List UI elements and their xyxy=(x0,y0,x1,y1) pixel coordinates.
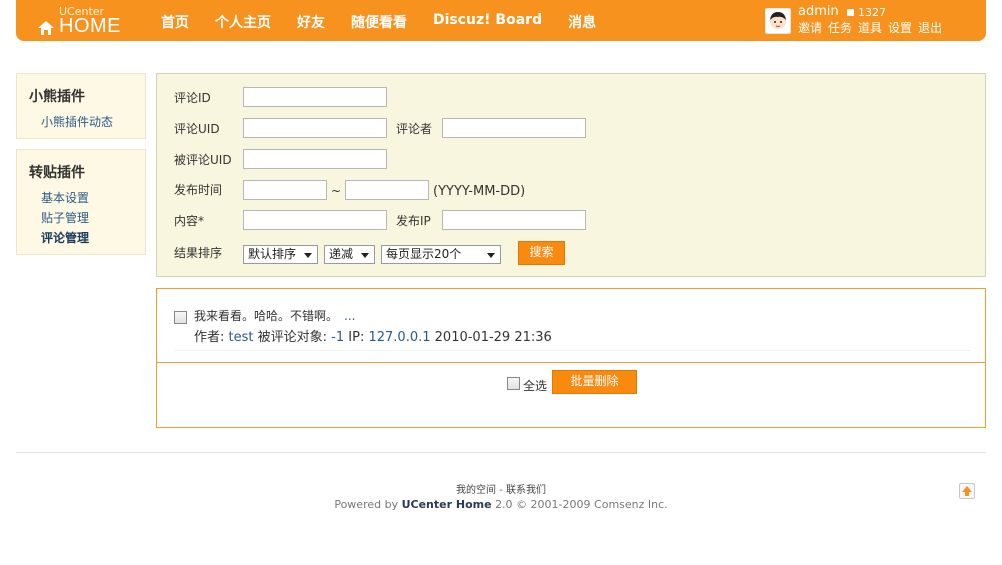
nav-home[interactable]: 首页 xyxy=(161,12,189,32)
comment-datetime: 2010-01-29 21:36 xyxy=(434,330,552,345)
sidebar-item-bear-feed[interactable]: 小熊插件动态 xyxy=(41,112,145,132)
home-icon xyxy=(38,21,54,35)
search-form: 评论ID 评论UID 评论者 被评论UID 发布时间 ~ (YYYY-MM-DD… xyxy=(156,73,986,277)
more-link[interactable]: ... xyxy=(344,309,355,323)
user-menu: 邀请 任务 道具 设置 退出 xyxy=(798,19,948,36)
product-version: 2.0 xyxy=(495,498,513,511)
company-name[interactable]: Comsenz Inc. xyxy=(594,498,668,511)
search-button[interactable]: 搜索 xyxy=(518,241,565,265)
credit-value: 1327 xyxy=(858,6,886,19)
avatar-icon xyxy=(770,12,786,29)
target-uid-input[interactable] xyxy=(243,149,387,169)
perpage-select[interactable]: 每页显示20个 xyxy=(381,245,501,264)
author-label: 作者: xyxy=(194,330,225,345)
copyright: © 2001-2009 xyxy=(516,498,591,511)
sidebar-item-basic-settings[interactable]: 基本设置 xyxy=(41,188,145,208)
nav-discuz[interactable]: Discuz! Board xyxy=(433,12,542,32)
footer-my-space[interactable]: 我的空间 xyxy=(456,485,496,496)
row-divider xyxy=(175,350,971,351)
footer-powered: Powered by UCenter Home 2.0 © 2001-2009 … xyxy=(0,498,1002,511)
label-commenter: 评论者 xyxy=(396,121,433,136)
publish-ip-input[interactable] xyxy=(442,210,586,230)
sidebar-item-post-manage[interactable]: 贴子管理 xyxy=(41,208,145,228)
author-link[interactable]: test xyxy=(229,330,254,345)
product-name[interactable]: UCenter Home xyxy=(402,498,492,511)
menu-invite[interactable]: 邀请 xyxy=(798,19,822,36)
comment-text: 我来看看。哈哈。不错啊。 xyxy=(194,309,339,323)
batch-delete-button[interactable]: 批量删除 xyxy=(552,370,637,394)
sidebar-group-title: 转贴插件 xyxy=(29,165,85,181)
select-all-label[interactable]: 全选 xyxy=(523,377,547,394)
main-nav: 首页 个人主页 好友 随便看看 Discuz! Board 消息 xyxy=(161,12,622,32)
nav-messages[interactable]: 消息 xyxy=(568,12,596,32)
time-end-input[interactable] xyxy=(345,180,429,200)
label-comment-id: 评论ID xyxy=(174,90,211,105)
comment-uid-input[interactable] xyxy=(243,118,387,138)
username[interactable]: admin xyxy=(798,4,839,19)
label-publish-ip: 发布IP xyxy=(396,213,431,228)
select-all-checkbox[interactable] xyxy=(507,377,520,390)
sidebar-item-comment-manage[interactable]: 评论管理 xyxy=(41,228,145,248)
avatar[interactable] xyxy=(765,8,791,34)
time-start-input[interactable] xyxy=(243,180,327,200)
content-input[interactable] xyxy=(243,210,387,230)
footer-contact[interactable]: 联系我们 xyxy=(506,485,546,496)
row-checkbox[interactable] xyxy=(174,311,187,324)
footer-links: 我的空间 - 联系我们 xyxy=(0,481,1002,496)
sidebar-group-repost: 转贴插件 基本设置 贴子管理 评论管理 xyxy=(16,149,146,255)
nav-browse[interactable]: 随便看看 xyxy=(351,12,407,32)
label-sort: 结果排序 xyxy=(174,245,223,260)
menu-settings[interactable]: 设置 xyxy=(888,19,912,36)
back-to-top-icon[interactable] xyxy=(959,483,975,499)
target-link[interactable]: -1 xyxy=(331,330,344,345)
footer-divider xyxy=(16,452,986,453)
ip-label: IP: xyxy=(348,330,365,345)
section-divider xyxy=(157,362,985,363)
label-publish-time: 发布时间 xyxy=(174,182,223,197)
top-header: UCenter HOME 首页 个人主页 好友 随便看看 Discuz! Boa… xyxy=(16,0,986,41)
comment-message: 我来看看。哈哈。不错啊。... xyxy=(194,307,355,324)
nav-friends[interactable]: 好友 xyxy=(297,12,325,32)
ip-link[interactable]: 127.0.0.1 xyxy=(368,330,430,345)
target-label: 被评论对象: xyxy=(257,330,328,345)
results-panel: 我来看看。哈哈。不错啊。... 作者: test 被评论对象: -1 IP: 1… xyxy=(156,288,986,428)
menu-tasks[interactable]: 任务 xyxy=(828,19,852,36)
sidebar-group-title: 小熊插件 xyxy=(29,89,85,105)
menu-logout[interactable]: 退出 xyxy=(918,19,942,36)
order-select[interactable]: 默认排序 xyxy=(243,245,318,264)
time-format-hint: (YYYY-MM-DD) xyxy=(433,183,526,199)
label-content: 内容* xyxy=(174,213,205,228)
label-target-uid: 被评论UID xyxy=(174,152,232,167)
nav-profile[interactable]: 个人主页 xyxy=(215,12,271,32)
powered-prefix: Powered by xyxy=(334,498,399,511)
comment-meta: 作者: test 被评论对象: -1 IP: 127.0.0.1 2010-01… xyxy=(194,326,552,345)
footer-dash: - xyxy=(499,485,503,496)
logo-big-text: HOME xyxy=(59,15,121,37)
credit-count: 1327 xyxy=(847,6,886,19)
time-separator: ~ xyxy=(331,184,342,198)
label-comment-uid: 评论UID xyxy=(174,121,220,136)
menu-props[interactable]: 道具 xyxy=(858,19,882,36)
sidebar-group-bear: 小熊插件 小熊插件动态 xyxy=(16,73,146,139)
direction-select[interactable]: 递减 xyxy=(324,245,375,264)
coin-icon xyxy=(847,9,854,16)
comment-id-input[interactable] xyxy=(243,87,387,107)
commenter-input[interactable] xyxy=(442,118,586,138)
